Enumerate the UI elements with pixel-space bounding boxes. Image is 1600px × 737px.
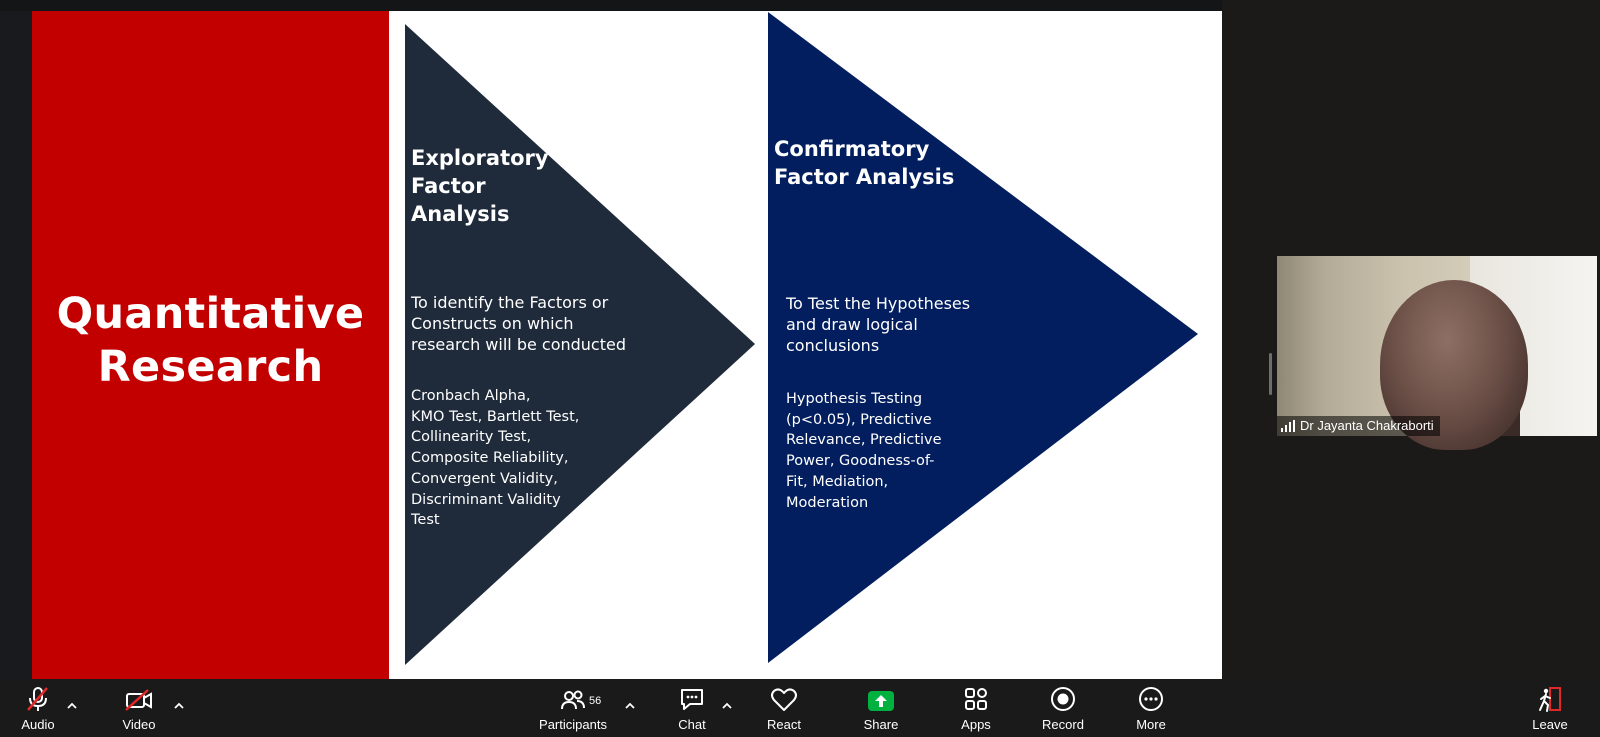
efa-heading-line: Analysis xyxy=(411,202,510,226)
efa-heading-line: Exploratory xyxy=(411,146,549,170)
efa-method-line: Cronbach Alpha, xyxy=(411,388,531,404)
audio-label: Audio xyxy=(21,717,55,732)
video-options-caret[interactable] xyxy=(172,699,186,713)
efa-purpose: To identify the Factors or Constructs on… xyxy=(411,292,671,355)
efa-method-line: KMO Test, Bartlett Test, xyxy=(411,408,580,425)
efa-heading-line: Factor xyxy=(411,174,486,198)
cfa-purpose-line: and draw logical xyxy=(786,315,918,334)
apps-icon xyxy=(962,679,990,713)
leave-label: Leave xyxy=(1532,717,1568,732)
video-label: Video xyxy=(122,717,156,732)
efa-method-line: Composite Reliability, xyxy=(411,450,569,467)
meeting-toolbar: Audio Video 56 Participants Chat React S… xyxy=(0,679,1600,737)
cfa-purpose: To Test the Hypotheses and draw logical … xyxy=(786,293,1026,356)
more-button[interactable]: More xyxy=(1131,679,1171,737)
leave-button[interactable]: Leave xyxy=(1530,679,1570,737)
participant-name: Dr Jayanta Chakraborti xyxy=(1300,418,1434,433)
chat-button[interactable]: Chat xyxy=(672,679,712,737)
efa-method-line: Convergent Validity, xyxy=(411,470,558,487)
cfa-purpose-line: To Test the Hypotheses xyxy=(786,294,971,313)
audio-button[interactable]: Audio xyxy=(18,679,58,737)
record-label: Record xyxy=(1042,717,1084,732)
cfa-method-line: Hypothesis Testing xyxy=(786,391,923,407)
cfa-purpose-line: conclusions xyxy=(786,336,880,355)
split-resize-handle[interactable] xyxy=(1269,353,1272,395)
react-label: React xyxy=(767,717,801,732)
chat-bubble-icon xyxy=(678,679,706,713)
meeting-stage: Quantitative Research Exploratory Factor … xyxy=(0,0,1600,679)
apps-label: Apps xyxy=(961,717,991,732)
share-arrow-icon xyxy=(867,679,895,713)
cfa-method-line: (p<0.05), Predictive xyxy=(786,411,932,428)
efa-method-line: Collinearity Test, xyxy=(411,429,532,446)
participants-count: 56 xyxy=(589,695,602,707)
participant-name-bar: Dr Jayanta Chakraborti xyxy=(1277,416,1440,436)
ellipsis-icon xyxy=(1137,679,1165,713)
share-label: Share xyxy=(863,717,899,732)
efa-heading: Exploratory Factor Analysis xyxy=(411,144,631,228)
cfa-method-line: Fit, Mediation, xyxy=(786,473,889,490)
cfa-method-line: Moderation xyxy=(786,494,869,511)
efa-method-line: Test xyxy=(411,512,440,529)
more-label: More xyxy=(1136,717,1166,732)
exit-door-icon xyxy=(1536,679,1564,713)
chat-options-caret[interactable] xyxy=(720,699,734,713)
record-button[interactable]: Record xyxy=(1041,679,1085,737)
efa-purpose-line: research will be conducted xyxy=(411,335,626,354)
chat-label: Chat xyxy=(678,717,706,732)
share-button[interactable]: Share xyxy=(861,679,901,737)
efa-methods: Cronbach Alpha, KMO Test, Bartlett Test,… xyxy=(411,386,631,531)
apps-button[interactable]: Apps xyxy=(956,679,996,737)
camera-off-icon xyxy=(124,679,154,713)
participants-label: Participants xyxy=(539,717,607,732)
cfa-method-line: Power, Goodness-of- xyxy=(786,453,935,470)
cfa-heading-line: Confirmatory xyxy=(774,137,930,161)
participants-options-caret[interactable] xyxy=(623,699,637,713)
cfa-heading-line: Factor Analysis xyxy=(774,165,955,189)
heart-icon xyxy=(770,679,798,713)
audio-options-caret[interactable] xyxy=(65,699,79,713)
cfa-method-line: Relevance, Predictive xyxy=(786,432,942,449)
participants-button[interactable]: 56 Participants xyxy=(538,679,608,737)
cfa-methods: Hypothesis Testing (p<0.05), Predictive … xyxy=(786,389,986,513)
efa-purpose-line: To identify the Factors or xyxy=(411,293,609,312)
record-icon xyxy=(1049,679,1077,713)
people-icon: 56 xyxy=(538,679,608,713)
signal-strength-icon xyxy=(1281,420,1295,432)
microphone-muted-icon xyxy=(25,679,51,713)
cfa-heading: Confirmatory Factor Analysis xyxy=(774,135,1014,191)
efa-purpose-line: Constructs on which xyxy=(411,314,574,333)
video-button[interactable]: Video xyxy=(116,679,162,737)
react-button[interactable]: React xyxy=(763,679,805,737)
shared-slide: Quantitative Research Exploratory Factor … xyxy=(32,11,1222,679)
efa-method-line: Discriminant Validity xyxy=(411,491,561,508)
